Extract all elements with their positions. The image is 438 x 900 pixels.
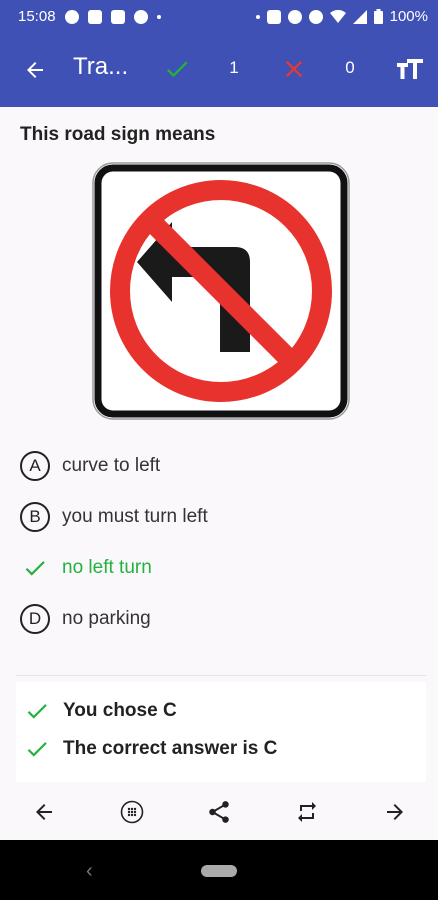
question-content: This road sign means A curve to left B y… xyxy=(0,107,438,784)
repeat-button[interactable] xyxy=(292,797,322,827)
back-button[interactable] xyxy=(20,55,50,85)
grid-icon xyxy=(120,800,144,824)
notification-icon xyxy=(64,9,79,24)
nfc-icon xyxy=(266,9,281,24)
status-left: 15:08 xyxy=(18,8,161,25)
option-letter: D xyxy=(20,604,50,634)
system-home-pill[interactable] xyxy=(201,865,237,877)
battery-icon xyxy=(373,9,383,24)
correct-count: 1 xyxy=(229,58,239,77)
share-icon xyxy=(209,801,229,823)
wrong-count: 0 xyxy=(345,58,355,77)
correct-indicator xyxy=(163,55,191,83)
screen-title: Tra... xyxy=(73,53,129,80)
chosen-answer-text: You chose C xyxy=(63,700,177,721)
option-label: you must turn left xyxy=(62,506,208,527)
check-icon xyxy=(27,742,47,757)
divider xyxy=(16,675,426,676)
vibrate-icon xyxy=(287,9,302,24)
back-arrow-icon xyxy=(27,62,43,78)
result-panel: You chose C The correct answer is C xyxy=(16,682,426,782)
bottom-toolbar xyxy=(0,784,438,840)
option-label: no left turn xyxy=(62,557,152,578)
option-b[interactable]: B you must turn left xyxy=(20,501,208,533)
share-button[interactable] xyxy=(204,797,234,827)
app-bar: Tra... 1 0 xyxy=(0,33,438,107)
settings-notification-icon xyxy=(133,9,148,24)
correct-answer-text: The correct answer is C xyxy=(63,738,278,759)
option-letter: B xyxy=(20,502,50,532)
dnd-icon xyxy=(308,9,323,24)
option-letter: A xyxy=(20,451,50,481)
no-left-turn-sign xyxy=(92,162,350,420)
next-button[interactable] xyxy=(380,797,410,827)
check-icon xyxy=(27,704,47,719)
correct-answer-row: The correct answer is C xyxy=(24,735,277,763)
repeat-icon xyxy=(298,802,316,822)
option-label: no parking xyxy=(62,608,151,629)
next-arrow-icon xyxy=(387,804,403,820)
wrong-indicator xyxy=(280,55,308,83)
system-navigation-bar: ‹ xyxy=(0,840,438,900)
option-label: curve to left xyxy=(62,455,161,476)
notification-icon xyxy=(110,9,125,24)
option-d[interactable]: D no parking xyxy=(20,603,151,635)
option-a[interactable]: A curve to left xyxy=(20,450,160,482)
status-time: 15:08 xyxy=(18,8,56,25)
cross-icon xyxy=(285,60,303,78)
correct-check-icon xyxy=(20,553,50,583)
dot-icon xyxy=(255,14,260,19)
status-bar: 15:08 100% xyxy=(0,0,438,33)
option-c[interactable]: no left turn xyxy=(20,552,152,584)
question-grid-button[interactable] xyxy=(117,797,147,827)
status-right: 100% xyxy=(255,8,428,25)
text-size-icon xyxy=(397,59,423,79)
text-size-button[interactable] xyxy=(395,55,425,85)
more-notifications-icon xyxy=(156,14,161,19)
prev-arrow-icon xyxy=(36,804,52,820)
previous-button[interactable] xyxy=(29,797,59,827)
notification-icon xyxy=(87,9,102,24)
system-back-icon[interactable]: ‹ xyxy=(86,860,93,883)
wifi-icon xyxy=(329,9,346,23)
question-text: This road sign means xyxy=(20,124,216,145)
battery-level: 100% xyxy=(389,8,428,25)
chosen-answer-row: You chose C xyxy=(24,697,177,725)
check-icon xyxy=(166,61,188,78)
signal-icon xyxy=(352,9,367,24)
